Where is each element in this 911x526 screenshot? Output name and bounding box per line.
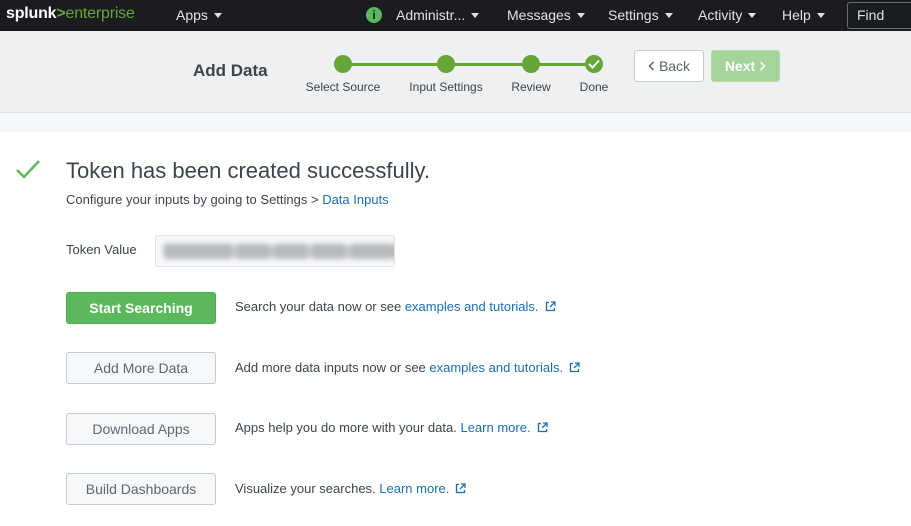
step-label-input-settings: Input Settings [409,80,483,94]
nav-messages-label: Messages [507,7,571,23]
nav-messages[interactable]: Messages [507,7,585,23]
nav-administrator[interactable]: Administr... [396,7,480,23]
step-dot-select-source [334,55,352,73]
build-dashboards-button[interactable]: Build Dashboards [66,473,216,505]
external-link-icon[interactable] [455,483,467,494]
info-icon[interactable]: i [366,7,382,23]
nav-activity[interactable]: Activity [698,7,757,23]
success-checkmark-icon [16,160,40,179]
add-data-wizard-header: Add Data Select Source Input Settings Re… [0,31,911,113]
back-button-label: Back [658,58,691,74]
step-label-done: Done [579,80,609,94]
logo-main: splunk [6,5,57,22]
chevron-down-icon [213,13,222,18]
action-text: Visualize your searches. [235,481,380,496]
examples-tutorials-link[interactable]: examples and tutorials. [429,360,563,375]
header-divider [0,113,911,132]
build-dashboards-description: Visualize your searches. Learn more. [235,481,467,496]
nav-settings-label: Settings [608,7,659,23]
token-value-text: ████████-████-████-████-████████████ [164,244,394,258]
external-link-icon[interactable] [537,422,548,433]
top-nav-bar: splunk>enterprise Apps i Administr... Me… [0,0,911,31]
add-more-data-description: Add more data inputs now or see examples… [235,360,580,375]
learn-more-link[interactable]: Learn more. [379,481,449,496]
learn-more-link[interactable]: Learn more. [460,420,530,435]
chevron-down-icon [576,13,585,18]
checkmark-icon [588,59,600,69]
configure-inputs-text: Configure your inputs by going to Settin… [66,192,389,207]
action-text: Add more data inputs now or see [235,360,430,375]
step-dot-input-settings [437,55,455,73]
page-title: Add Data [193,61,268,80]
nav-help[interactable]: Help [782,7,825,23]
splunk-logo[interactable]: splunk>enterprise [6,5,135,23]
token-value-label: Token Value [66,242,137,257]
nav-activity-label: Activity [698,7,743,23]
chevron-left-icon [648,61,654,71]
download-apps-button[interactable]: Download Apps [66,413,216,445]
start-searching-button[interactable]: Start Searching [66,292,216,324]
next-button[interactable]: Next [711,50,780,82]
token-value-field[interactable]: ████████-████-████-████-████████████ [155,235,395,267]
start-searching-description: Search your data now or see examples and… [235,299,556,314]
nav-settings[interactable]: Settings [608,7,673,23]
examples-tutorials-link[interactable]: examples and tutorials. [405,299,539,314]
logo-sub: enterprise [65,5,135,22]
step-dot-done [585,55,603,73]
nav-admin-label: Administr... [396,7,466,23]
step-dot-review [522,55,540,73]
chevron-down-icon [664,13,673,18]
data-inputs-link[interactable]: Data Inputs [322,192,389,207]
step-progress-line [343,63,594,66]
external-link-icon[interactable] [569,362,580,373]
step-label-select-source: Select Source [305,80,381,94]
back-button[interactable]: Back [634,50,704,82]
chevron-down-icon [816,13,825,18]
nav-apps[interactable]: Apps [176,7,222,23]
add-more-data-button[interactable]: Add More Data [66,352,216,384]
nav-apps-label: Apps [176,7,208,23]
configure-inputs-label: Configure your inputs by going to Settin… [66,192,323,207]
action-text: Search your data now or see [235,299,405,314]
nav-help-label: Help [782,7,811,23]
chevron-down-icon [748,13,757,18]
next-button-label: Next [724,58,756,74]
action-text: Apps help you do more with your data. [235,420,461,435]
chevron-right-icon [760,61,766,71]
external-link-icon[interactable] [545,301,556,312]
success-title: Token has been created successfully. [66,158,431,183]
find-input[interactable]: Find [847,2,911,29]
download-apps-description: Apps help you do more with your data. Le… [235,420,548,435]
chevron-down-icon [471,13,480,18]
step-label-review: Review [511,80,551,94]
logo-gt: > [56,5,66,22]
